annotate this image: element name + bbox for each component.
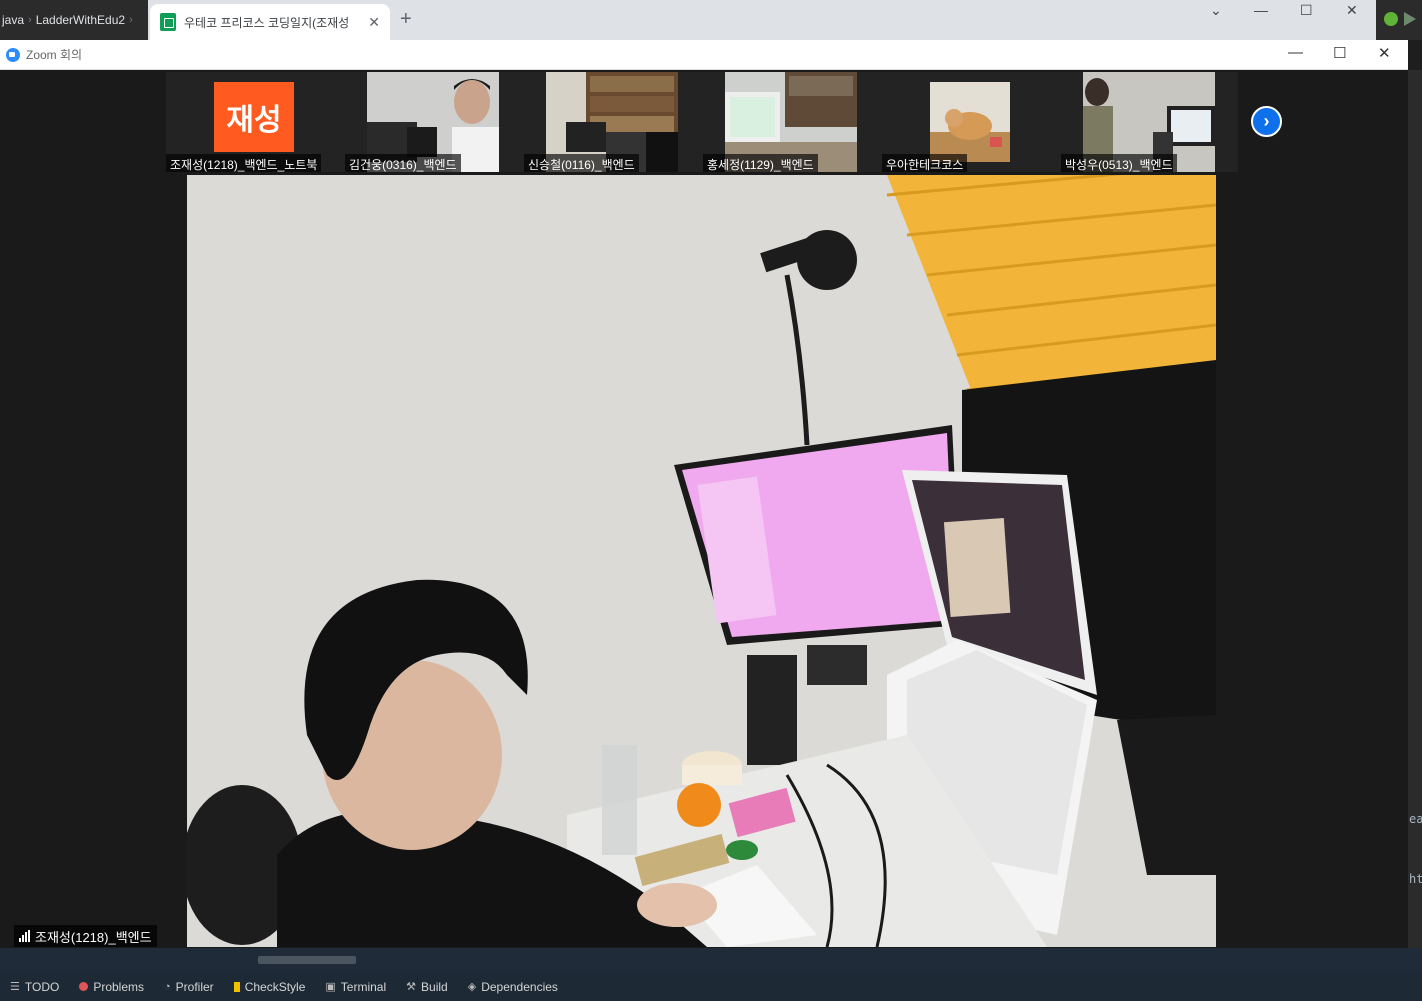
chevron-right-icon: › <box>28 14 32 26</box>
breadcrumb-java[interactable]: java <box>2 13 24 27</box>
chevron-right-icon: › <box>129 14 133 26</box>
tool-label: CheckStyle <box>244 979 306 994</box>
minimize-button[interactable]: — <box>1254 2 1268 18</box>
video-frame-cat <box>930 82 1010 162</box>
participant-tile[interactable]: 박성우(0513)_백엔드 <box>1061 72 1238 172</box>
breadcrumb-project[interactable]: LadderWithEdu2 <box>36 13 125 27</box>
ide-editor-fragment: ea ht <box>1408 70 1422 950</box>
ide-run-toolbar <box>1376 0 1422 40</box>
participant-tile[interactable]: 신승철(0116)_백엔드 <box>524 72 701 172</box>
tool-label: Dependencies <box>481 979 558 994</box>
close-icon[interactable]: ✕ <box>368 14 380 31</box>
tool-todo[interactable]: ☰ TODO <box>10 980 59 994</box>
zoom-window-title: Zoom 회의 <box>26 48 83 62</box>
tool-label: Profiler <box>175 979 214 994</box>
tool-dependencies[interactable]: ◈ Dependencies <box>468 980 558 994</box>
speaker-video-frame <box>187 175 1216 947</box>
google-sheets-icon <box>160 13 176 31</box>
tool-terminal[interactable]: ▣ Terminal <box>325 980 386 994</box>
zoom-meeting-view: 재성 조재성(1218)_백엔드_노트북 김건웅(0316)_백엔드 신승철(0… <box>0 70 1408 948</box>
next-page-button[interactable]: › <box>1251 106 1282 137</box>
participant-tile[interactable]: 재성 조재성(1218)_백엔드_노트북 <box>166 72 343 172</box>
tab-title: 우테코 프리코스 코딩일지(조재성 <box>184 15 350 30</box>
editor-text-fragment: ea <box>1409 812 1422 826</box>
zoom-titlebar: Zoom 회의 — ☐ ✕ <box>0 40 1408 70</box>
participant-name: 조재성(1218)_백엔드_노트북 <box>166 154 322 172</box>
active-speaker-label: 조재성(1218)_백엔드 <box>14 925 157 947</box>
tab-search-icon[interactable]: ⌄ <box>1210 2 1222 19</box>
new-tab-button[interactable]: + <box>400 8 412 31</box>
participant-tile[interactable]: 김건웅(0316)_백엔드 <box>345 72 522 172</box>
tool-label: Build <box>421 979 448 994</box>
signal-strength-icon <box>19 930 30 942</box>
zoom-close-button[interactable]: ✕ <box>1378 44 1391 62</box>
participant-tile[interactable]: 홍세정(1129)_백엔드 <box>703 72 880 172</box>
zoom-logo-icon <box>6 47 20 62</box>
ide-tool-window-bar: ☰ TODO Problems ◔ Profiler CheckStyle ▣ … <box>0 972 1422 1001</box>
participant-tile[interactable]: 우아한테크코스 <box>882 72 1059 172</box>
browser-tab[interactable]: 우테코 프리코스 코딩일지(조재성 ✕ <box>150 4 390 40</box>
zoom-maximize-button[interactable]: ☐ <box>1333 44 1346 62</box>
profiler-icon: ◔ <box>164 980 171 993</box>
participant-name: 김건웅(0316)_백엔드 <box>345 154 461 172</box>
maximize-button[interactable]: ☐ <box>1300 2 1313 19</box>
active-speaker-name: 조재성(1218)_백엔드 <box>35 929 152 945</box>
participant-video <box>930 82 1010 162</box>
participant-name: 홍세정(1129)_백엔드 <box>703 154 818 172</box>
debug-icon[interactable] <box>1384 12 1398 26</box>
participant-thumbnail-strip: 재성 조재성(1218)_백엔드_노트북 김건웅(0316)_백엔드 신승철(0… <box>166 72 1238 172</box>
ide-horizontal-scrollbar[interactable] <box>0 948 1422 972</box>
zoom-minimize-button[interactable]: — <box>1288 44 1303 61</box>
scrollbar-thumb[interactable] <box>258 956 356 964</box>
hammer-icon: ⚒ <box>406 981 417 993</box>
participant-name: 우아한테크코스 <box>882 154 968 172</box>
checkstyle-icon <box>233 981 240 992</box>
participant-avatar: 재성 <box>214 82 294 152</box>
editor-text-fragment: ht <box>1409 872 1422 886</box>
participant-name: 신승철(0116)_백엔드 <box>524 154 639 172</box>
tool-profiler[interactable]: ◔ Profiler <box>164 980 214 994</box>
terminal-icon: ▣ <box>325 981 336 993</box>
ide-breadcrumb: java › LadderWithEdu2 › <box>0 0 148 40</box>
tool-label: TODO <box>24 979 60 994</box>
tool-label: Terminal <box>340 979 387 994</box>
tool-problems[interactable]: Problems <box>79 980 144 994</box>
participant-name: 박성우(0513)_백엔드 <box>1061 154 1177 172</box>
layers-icon: ◈ <box>467 981 477 993</box>
tool-build[interactable]: ⚒ Build <box>406 980 448 994</box>
list-icon: ☰ <box>10 981 20 993</box>
browser-tab-strip: 우테코 프리코스 코딩일지(조재성 ✕ + ⌄ — ☐ ✕ <box>148 0 1376 40</box>
tool-checkstyle[interactable]: CheckStyle <box>233 979 306 994</box>
tool-label: Problems <box>93 979 145 994</box>
close-window-button[interactable]: ✕ <box>1346 2 1358 19</box>
error-icon <box>79 982 89 991</box>
active-speaker-video <box>187 175 1216 947</box>
run-icon[interactable] <box>1404 12 1416 26</box>
